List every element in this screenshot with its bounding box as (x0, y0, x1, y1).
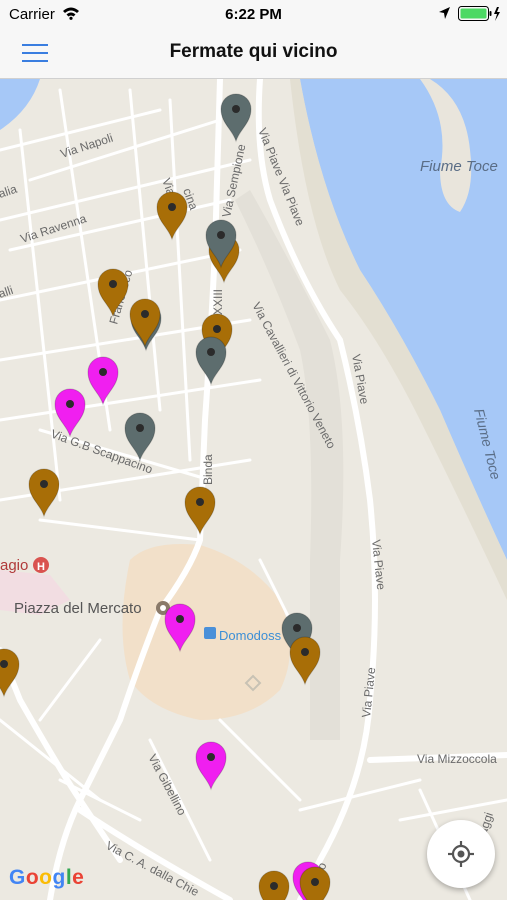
place-label: Domodoss (219, 628, 282, 643)
map-canvas[interactable]: Via Napoli Via Ravenna Via Sempione Via … (0, 79, 507, 900)
street-label: Via Mizzoccola (417, 752, 497, 766)
location-arrow-icon (439, 7, 450, 19)
street-label: XXIII (211, 289, 225, 315)
svg-text:H: H (37, 561, 45, 573)
status-bar: Carrier 6:22 PM (0, 0, 507, 28)
brown-stop-pin[interactable] (299, 866, 331, 900)
crosshair-locate-icon (448, 841, 474, 867)
map-view[interactable]: Via Napoli Via Ravenna Via Sempione Via … (0, 79, 507, 900)
river-label: Fiume Toce (420, 158, 498, 175)
svg-text:Via Mizzoccola: Via Mizzoccola (417, 752, 497, 766)
hospital-icon: H (33, 557, 49, 573)
street-label: Binda (201, 454, 215, 485)
svg-text:Domodoss: Domodoss (219, 628, 282, 643)
google-logo: Google (9, 866, 85, 889)
page-title: Fermate qui vicino (169, 41, 338, 62)
train-station-icon (204, 627, 216, 639)
brown-stop-pin[interactable] (258, 870, 290, 900)
navigation-bar: Fermate qui vicino (0, 28, 507, 79)
svg-text:Binda: Binda (201, 454, 215, 485)
svg-text:XXIII: XXIII (211, 289, 225, 315)
clock: 6:22 PM (225, 6, 282, 23)
svg-text:Fiume Toce: Fiume Toce (420, 158, 498, 175)
place-label: agio (0, 557, 28, 574)
battery-icon (458, 6, 500, 21)
place-label: Piazza del Mercato (14, 600, 142, 617)
svg-text:agio: agio (0, 557, 28, 574)
svg-text:Piazza del Mercato: Piazza del Mercato (14, 600, 142, 617)
locate-me-button[interactable] (427, 820, 495, 888)
